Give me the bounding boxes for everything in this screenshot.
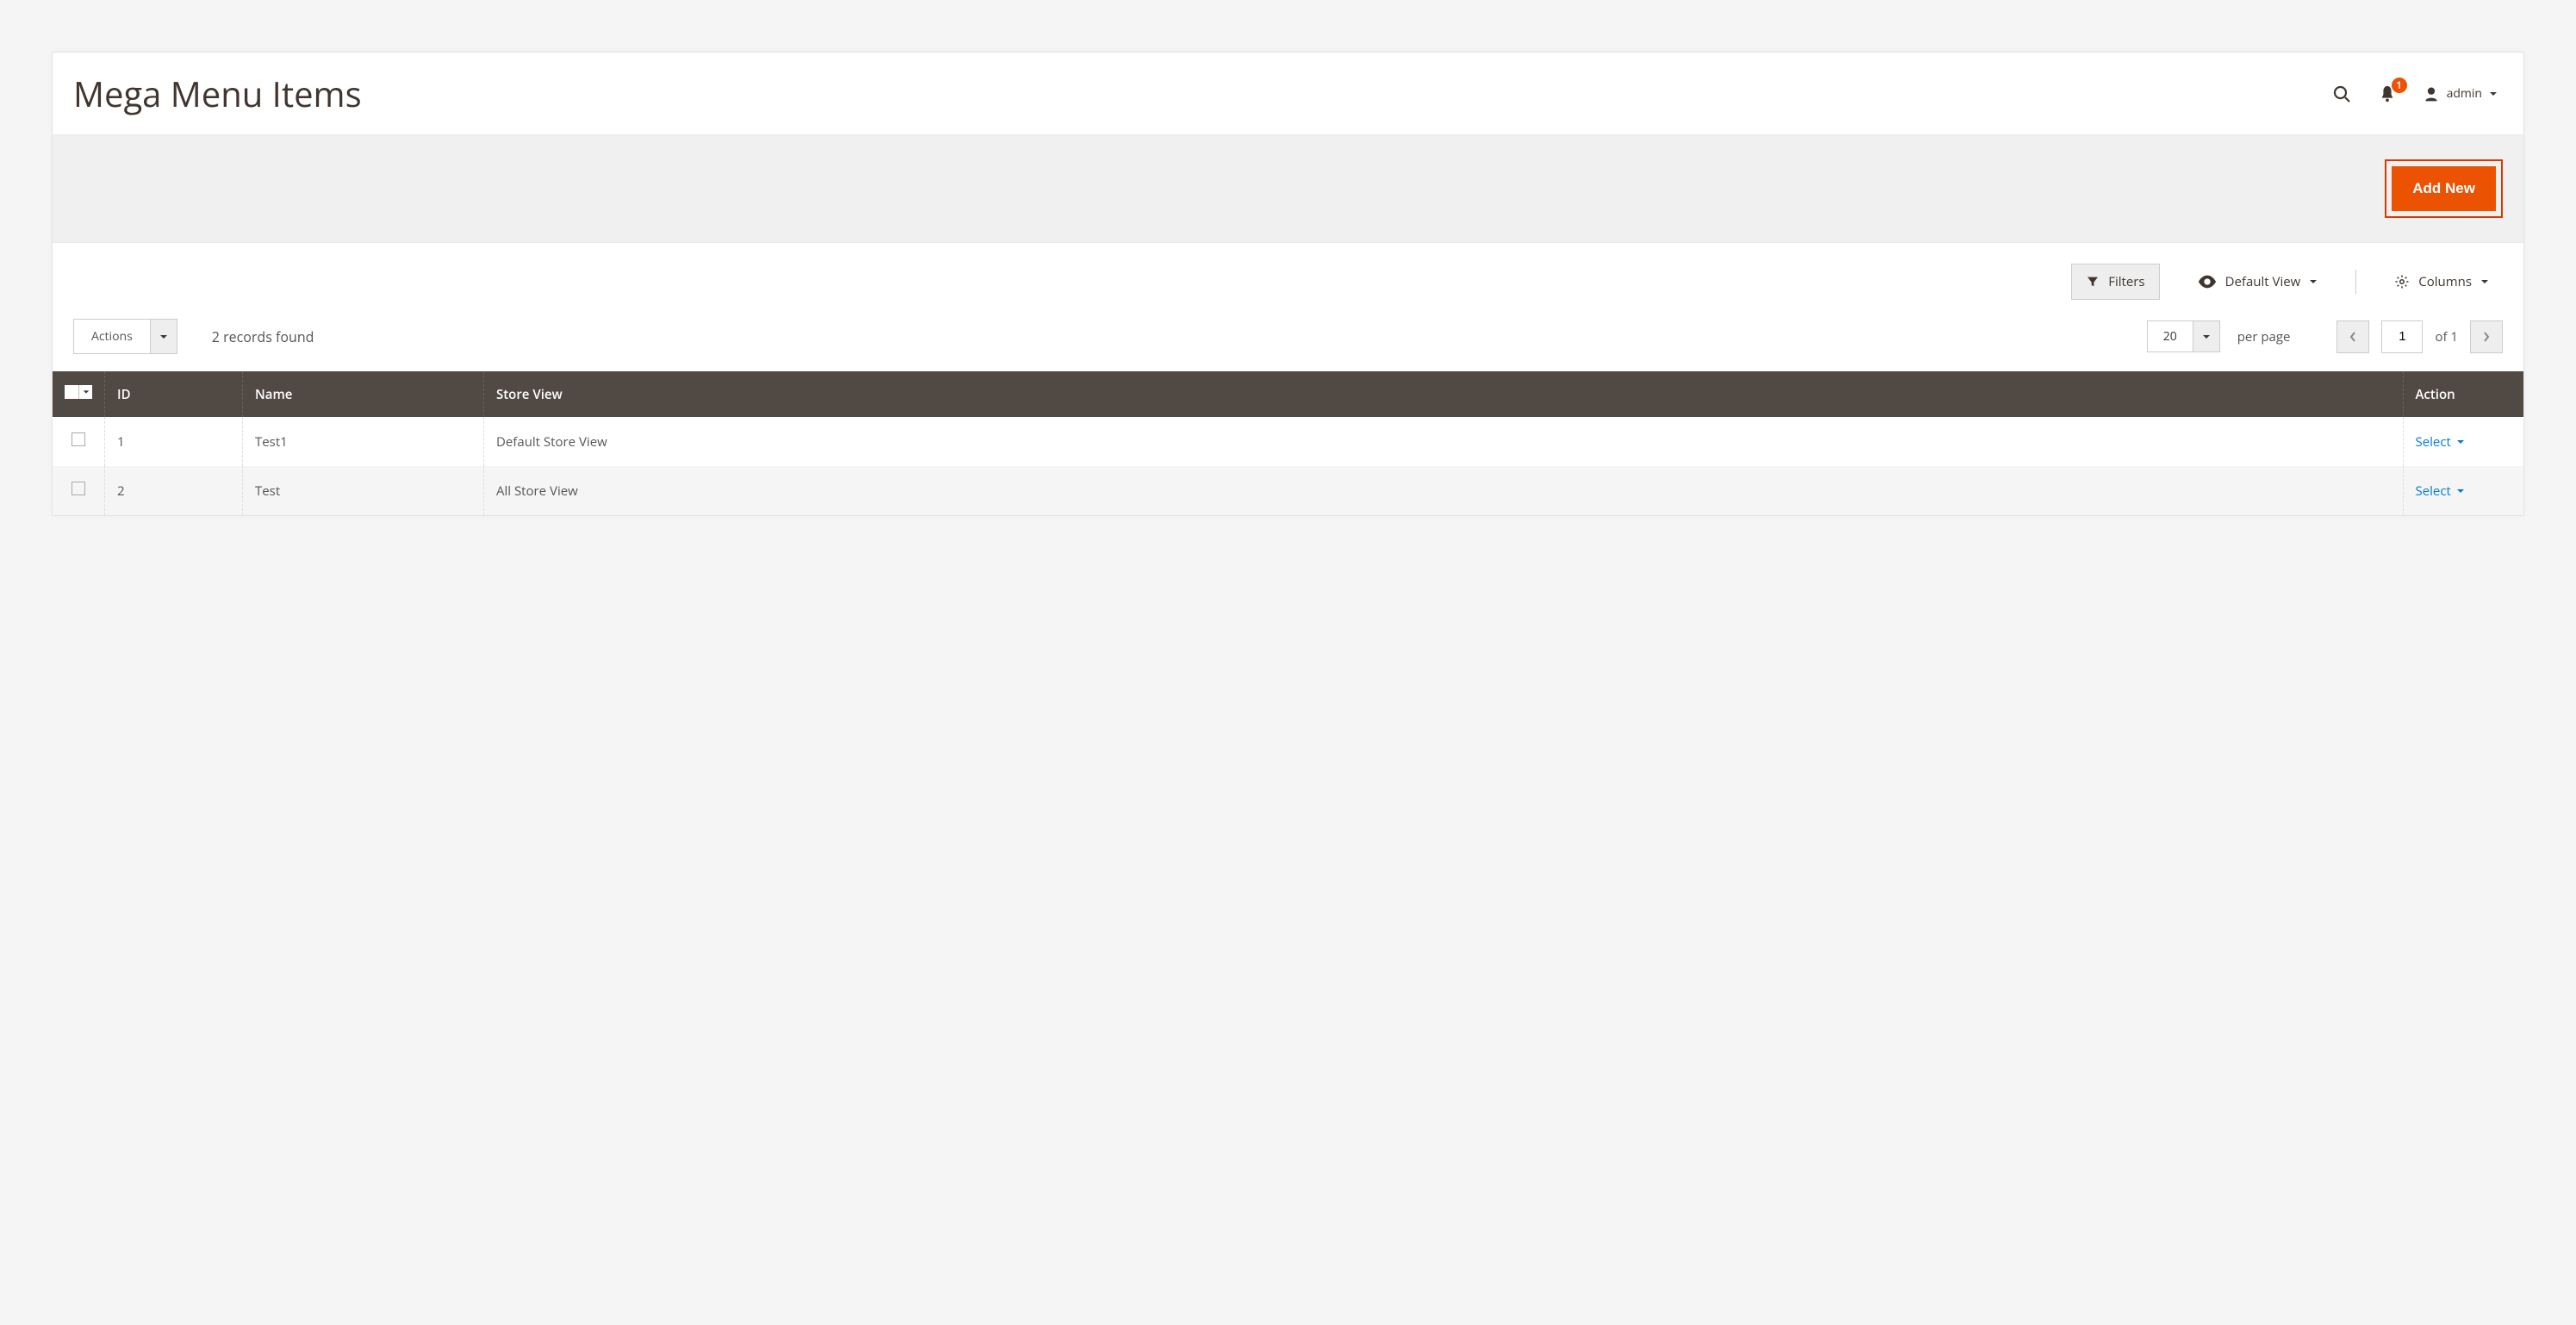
filters-button[interactable]: Filters	[2071, 264, 2159, 300]
page-title: Mega Menu Items	[73, 70, 362, 117]
caret-down-icon	[2309, 277, 2318, 286]
admin-panel: Mega Menu Items 1 admin	[52, 52, 2524, 516]
default-view-label: Default View	[2225, 273, 2301, 290]
search-icon[interactable]	[2331, 84, 2352, 104]
row-action-label: Select	[2416, 482, 2451, 500]
caret-down-icon	[2456, 438, 2465, 446]
filters-label: Filters	[2108, 273, 2144, 290]
caret-down-icon	[2489, 90, 2498, 98]
list-control-left: Actions 2 records found	[73, 319, 314, 354]
columns-button[interactable]: Columns	[2380, 264, 2503, 299]
header-actions: 1 admin	[2331, 84, 2498, 104]
chevron-left-icon	[2349, 331, 2357, 343]
column-header-store-view[interactable]: Store View	[484, 371, 2404, 417]
table-row: 1 Test1 Default Store View Select	[53, 417, 2523, 466]
cell-name: Test	[243, 466, 484, 515]
cell-store-view: Default Store View	[484, 417, 2404, 466]
records-found-label: 2 records found	[212, 327, 314, 346]
of-pages-label: of 1	[2435, 328, 2458, 345]
data-grid: ID Name Store View Action 1 Test1 Defaul…	[53, 371, 2523, 515]
per-page-label: per page	[2237, 328, 2291, 345]
list-control-right: 20 per page of 1	[2147, 320, 2503, 353]
caret-down-icon	[2193, 321, 2219, 351]
table-row: 2 Test All Store View Select	[53, 466, 2523, 515]
columns-label: Columns	[2418, 273, 2472, 290]
row-checkbox[interactable]	[72, 432, 85, 446]
mass-actions-select[interactable]: Actions	[73, 319, 177, 354]
gear-icon	[2394, 274, 2410, 289]
cell-id: 2	[105, 466, 243, 515]
select-all-checkbox[interactable]	[65, 385, 78, 399]
filter-icon	[2086, 275, 2100, 289]
cell-name: Test1	[243, 417, 484, 466]
page-header: Mega Menu Items 1 admin	[53, 53, 2523, 134]
default-view-button[interactable]: Default View	[2184, 264, 2332, 299]
row-action-label: Select	[2416, 433, 2451, 451]
current-page-input[interactable]	[2381, 320, 2423, 353]
row-checkbox[interactable]	[72, 482, 85, 495]
page-size-select[interactable]: 20	[2147, 320, 2220, 352]
eye-icon	[2198, 275, 2217, 289]
select-all-caret[interactable]	[78, 385, 92, 399]
user-label: admin	[2447, 85, 2482, 102]
cell-id: 1	[105, 417, 243, 466]
list-control-bar: Actions 2 records found 20 per page	[53, 307, 2523, 371]
user-menu[interactable]: admin	[2423, 85, 2498, 103]
row-action-select[interactable]: Select	[2416, 433, 2465, 451]
caret-down-icon	[2456, 487, 2465, 495]
user-icon	[2423, 85, 2440, 103]
divider	[2355, 270, 2356, 294]
next-page-button[interactable]	[2470, 320, 2503, 353]
notification-badge: 1	[2392, 78, 2407, 93]
page-size-value: 20	[2148, 321, 2193, 351]
grid-toolbar: Filters Default View Columns	[53, 243, 2523, 307]
caret-down-icon	[83, 389, 90, 395]
column-header-name[interactable]: Name	[243, 371, 484, 417]
caret-down-icon	[2480, 277, 2489, 286]
primary-action-bar: Add New	[53, 134, 2523, 243]
chevron-right-icon	[2482, 331, 2491, 343]
cell-store-view: All Store View	[484, 466, 2404, 515]
prev-page-button[interactable]	[2336, 320, 2369, 353]
caret-down-icon	[150, 320, 177, 353]
column-header-select-all[interactable]	[53, 371, 105, 417]
add-new-button[interactable]: Add New	[2392, 166, 2496, 211]
row-action-select[interactable]: Select	[2416, 482, 2465, 500]
add-new-highlight: Add New	[2385, 159, 2503, 218]
column-header-action: Action	[2403, 371, 2523, 417]
column-header-id[interactable]: ID	[105, 371, 243, 417]
notifications-button[interactable]: 1	[2378, 84, 2397, 103]
mass-actions-label: Actions	[74, 320, 150, 353]
